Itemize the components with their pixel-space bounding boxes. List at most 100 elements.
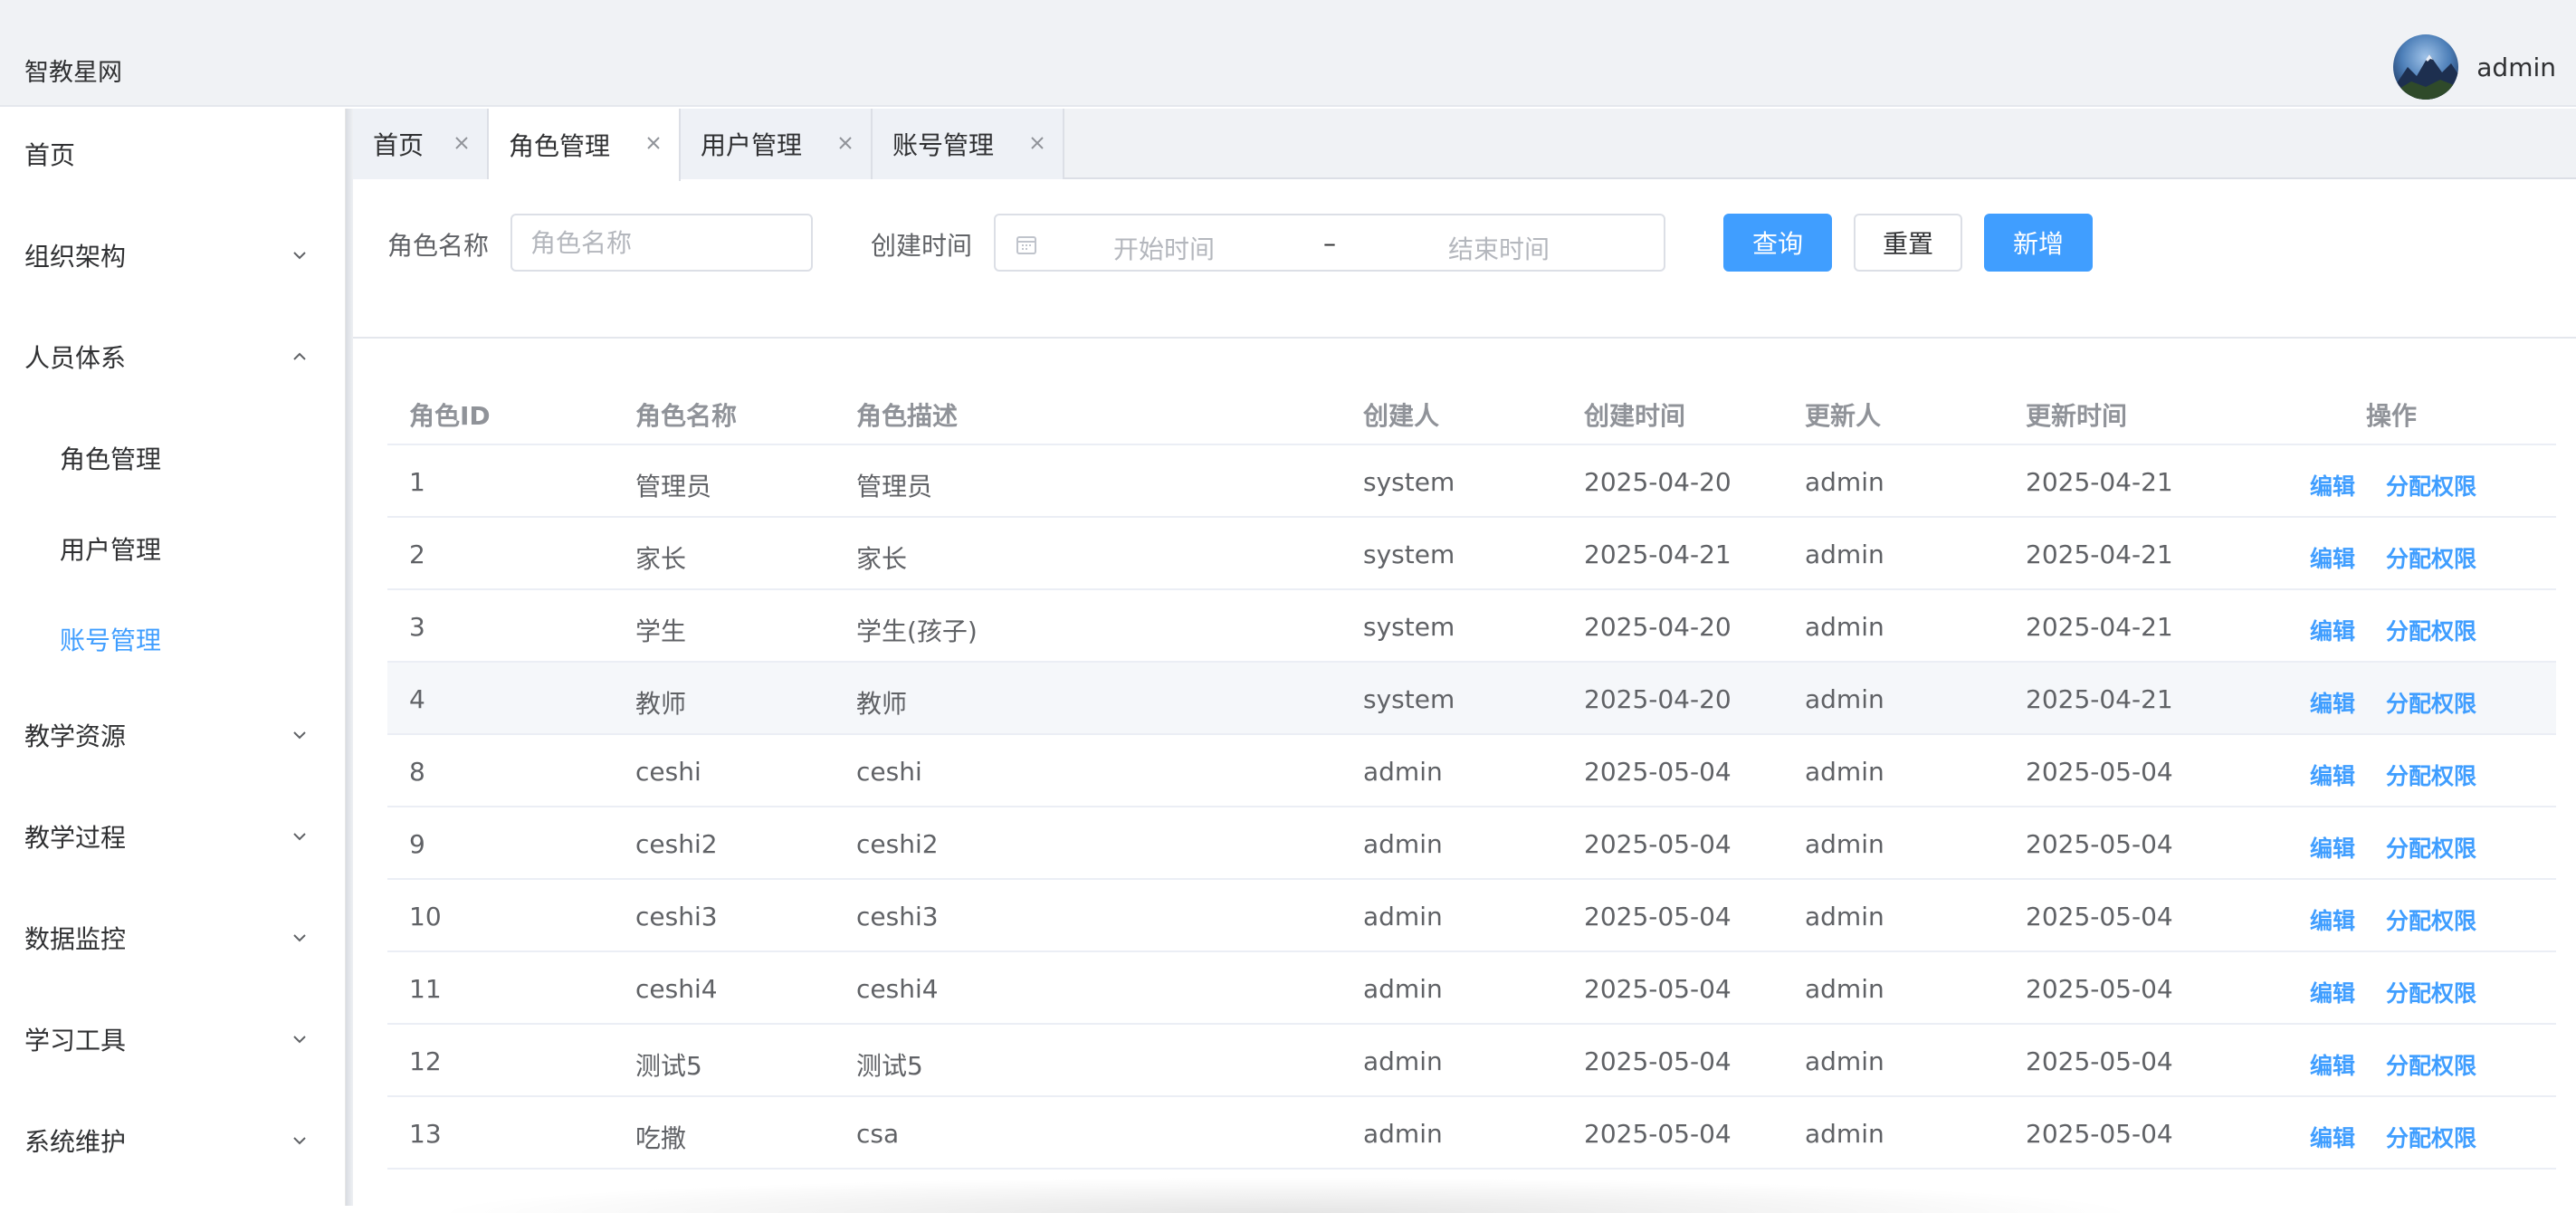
cell-updated-time: 2025-04-21	[2026, 540, 2173, 569]
sidebar-item-label: 账号管理	[60, 626, 162, 655]
sidebar-item-teaching-resources[interactable]: 教学资源	[0, 690, 346, 780]
cell-updated-time: 2025-04-21	[2026, 612, 2173, 642]
edit-link[interactable]: 编辑	[2310, 903, 2355, 936]
range-separator: –	[1323, 228, 1336, 258]
sidebar-item-label: 角色管理	[60, 444, 162, 474]
tab-bar: 首页 角色管理 用户管理 账号管理	[353, 109, 2576, 181]
cell-updater: admin	[1805, 829, 1884, 859]
table-row: 9 ceshi2 ceshi2 admin 2025-05-04 admin 2025-05…	[387, 807, 2556, 880]
sidebar-item-organization[interactable]: 组织架构	[0, 210, 346, 301]
close-icon[interactable]	[453, 134, 471, 152]
tab-account-management[interactable]: 账号管理	[873, 109, 1064, 179]
close-icon[interactable]	[644, 134, 663, 152]
edit-link[interactable]: 编辑	[2310, 1048, 2355, 1081]
cell-updated-time: 2025-05-04	[2026, 1119, 2173, 1149]
cell-updater: admin	[1805, 684, 1884, 714]
assign-permissions-link[interactable]: 分配权限	[2386, 541, 2476, 574]
cell-creator: admin	[1363, 829, 1443, 859]
reset-button[interactable]: 重置	[1854, 214, 1962, 272]
sidebar-item-label: 学习工具	[24, 1026, 127, 1055]
sidebar-item-label: 首页	[24, 140, 76, 170]
assign-permissions-link[interactable]: 分配权限	[2386, 614, 2476, 646]
edit-link[interactable]: 编辑	[2310, 976, 2355, 1008]
cell-role-desc: ceshi4	[856, 974, 939, 1004]
chevron-down-icon	[293, 1036, 306, 1044]
avatar[interactable]	[2393, 34, 2459, 100]
assign-permissions-link[interactable]: 分配权限	[2386, 1048, 2476, 1081]
role-name-input[interactable]	[510, 214, 813, 272]
table-row: 1 管理员 管理员 system 2025-04-20 admin 2025-04-21 编辑…	[387, 445, 2556, 518]
start-time-input[interactable]: 开始时间	[1113, 230, 1215, 266]
username[interactable]: admin	[2476, 53, 2556, 82]
cell-updater: admin	[1805, 757, 1884, 787]
tab-user-management[interactable]: 用户管理	[681, 109, 873, 179]
cell-creator: system	[1363, 540, 1455, 569]
chevron-down-icon	[293, 731, 306, 740]
sidebar-item-learning-tools[interactable]: 学习工具	[0, 994, 346, 1084]
sidebar-item-personnel[interactable]: 人员体系	[0, 311, 346, 402]
edit-link[interactable]: 编辑	[2310, 541, 2355, 574]
sidebar-item-teaching-process[interactable]: 教学过程	[0, 791, 346, 882]
cell-updater: admin	[1805, 1119, 1884, 1149]
cell-role-desc: ceshi2	[856, 829, 939, 859]
cell-role-desc: 测试5	[856, 1051, 923, 1081]
cell-role-id: 2	[409, 540, 425, 569]
sidebar-subitem-user-management[interactable]: 用户管理	[0, 503, 346, 594]
cell-role-name: 管理员	[635, 472, 712, 501]
assign-permissions-link[interactable]: 分配权限	[2386, 686, 2476, 719]
sidebar-item-data-monitoring[interactable]: 数据监控	[0, 893, 346, 983]
sidebar-item-label: 用户管理	[60, 535, 162, 565]
table-row: 2 家长 家长 system 2025-04-21 admin 2025-04-21 编辑 分配…	[387, 518, 2556, 590]
cell-role-desc: 管理员	[856, 472, 933, 501]
tab-home[interactable]: 首页	[353, 109, 489, 179]
edit-link[interactable]: 编辑	[2310, 614, 2355, 646]
table-row: 12 测试5 测试5 admin 2025-05-04 admin 2025-05-04 编辑…	[387, 1025, 2556, 1097]
role-name-label: 角色名称	[387, 231, 490, 261]
sidebar-subitem-account-management[interactable]: 账号管理	[0, 594, 346, 684]
column-header-created-time: 创建时间	[1584, 401, 1686, 431]
cell-creator: admin	[1363, 757, 1443, 787]
tab-role-management[interactable]: 角色管理	[489, 109, 681, 181]
cell-created-time: 2025-05-04	[1584, 829, 1732, 859]
assign-permissions-link[interactable]: 分配权限	[2386, 903, 2476, 936]
column-header-actions: 操作	[2366, 401, 2418, 431]
roles-table: 角色ID 角色名称 角色描述 创建人 创建时间 更新人 更新时间 操作 1 管理员…	[387, 369, 2556, 1170]
assign-permissions-link[interactable]: 分配权限	[2386, 1121, 2476, 1153]
sidebar-item-label: 数据监控	[24, 924, 127, 954]
table-row: 13 吃撒 csa admin 2025-05-04 admin 2025-05-04 编辑分…	[387, 1097, 2556, 1170]
sidebar: 首页 组织架构 人员体系 角色管理 用户管理 账号管理 教学资源 教学过程 数据…	[0, 109, 346, 1206]
cell-role-id: 11	[409, 974, 442, 1004]
user-menu[interactable]: admin	[2393, 34, 2556, 100]
sidebar-subitem-role-management[interactable]: 角色管理	[0, 413, 346, 503]
cell-role-name: ceshi3	[635, 902, 718, 931]
cell-role-desc: csa	[856, 1119, 900, 1149]
edit-link[interactable]: 编辑	[2310, 831, 2355, 864]
edit-link[interactable]: 编辑	[2310, 686, 2355, 719]
cell-updater: admin	[1805, 902, 1884, 931]
add-button[interactable]: 新增	[1984, 214, 2093, 272]
cell-role-desc: ceshi3	[856, 902, 939, 931]
edit-link[interactable]: 编辑	[2310, 1121, 2355, 1153]
assign-permissions-link[interactable]: 分配权限	[2386, 976, 2476, 1008]
created-time-range-picker[interactable]: 开始时间 – 结束时间	[994, 214, 1665, 272]
assign-permissions-link[interactable]: 分配权限	[2386, 469, 2476, 501]
cell-role-id: 4	[409, 684, 425, 714]
close-icon[interactable]	[836, 134, 854, 152]
cell-creator: admin	[1363, 1046, 1443, 1076]
sidebar-item-system-maintenance[interactable]: 系统维护	[0, 1095, 346, 1186]
assign-permissions-link[interactable]: 分配权限	[2386, 831, 2476, 864]
sidebar-item-home[interactable]: 首页	[0, 109, 346, 199]
edit-link[interactable]: 编辑	[2310, 469, 2355, 501]
table-row: 4 教师 教师 system 2025-04-20 admin 2025-04-21 编辑 分配…	[387, 663, 2556, 735]
cell-role-id: 8	[409, 757, 425, 787]
close-icon[interactable]	[1028, 134, 1046, 152]
query-button[interactable]: 查询	[1723, 214, 1832, 272]
assign-permissions-link[interactable]: 分配权限	[2386, 759, 2476, 791]
column-header-role-id: 角色ID	[409, 401, 491, 431]
end-time-input[interactable]: 结束时间	[1448, 230, 1550, 266]
edit-link[interactable]: 编辑	[2310, 759, 2355, 791]
cell-creator: admin	[1363, 974, 1443, 1004]
cell-updated-time: 2025-05-04	[2026, 902, 2173, 931]
tab-label: 用户管理	[701, 130, 803, 160]
sidebar-item-label: 教学资源	[24, 721, 127, 751]
